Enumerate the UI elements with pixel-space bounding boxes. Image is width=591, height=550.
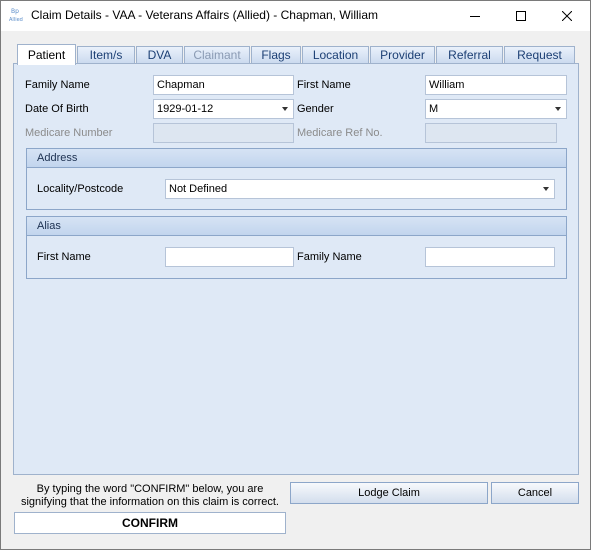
locality-label: Locality/Postcode bbox=[37, 183, 124, 195]
first-name-label: First Name bbox=[297, 79, 351, 91]
tab-flags[interactable]: Flags bbox=[251, 46, 301, 64]
cancel-button[interactable]: Cancel bbox=[491, 482, 579, 504]
dob-value: 1929-01-12 bbox=[157, 103, 214, 115]
minimize-icon bbox=[470, 16, 480, 17]
family-name-field[interactable]: Chapman bbox=[153, 75, 294, 95]
first-name-field[interactable]: William bbox=[425, 75, 567, 95]
tab-request[interactable]: Request bbox=[504, 46, 575, 64]
window-title: Claim Details - VAA - Veterans Affairs (… bbox=[31, 8, 378, 22]
tab-referral[interactable]: Referral bbox=[436, 46, 503, 64]
medicare-number-label: Medicare Number bbox=[25, 127, 113, 139]
confirm-input[interactable]: CONFIRM bbox=[14, 512, 286, 534]
alias-first-name-field[interactable] bbox=[165, 247, 294, 267]
alias-family-name-field[interactable] bbox=[425, 247, 555, 267]
title-bar[interactable]: Bp Allied Claim Details - VAA - Veterans… bbox=[1, 1, 590, 31]
maximize-icon bbox=[516, 11, 526, 21]
alias-heading: Alias bbox=[27, 217, 566, 236]
app-logo-text-top: Bp bbox=[11, 8, 19, 15]
tab-location[interactable]: Location bbox=[302, 46, 369, 64]
close-icon bbox=[562, 11, 572, 21]
tab-dva[interactable]: DVA bbox=[136, 46, 183, 64]
family-name-label: Family Name bbox=[25, 79, 90, 91]
maximize-button[interactable] bbox=[498, 1, 544, 31]
locality-dropdown[interactable]: Not Defined bbox=[165, 179, 555, 199]
confirm-instructions: By typing the word "CONFIRM" below, you … bbox=[20, 483, 279, 508]
close-button[interactable] bbox=[544, 1, 590, 31]
chevron-down-icon bbox=[543, 187, 549, 191]
chevron-down-icon bbox=[282, 107, 288, 111]
gender-value: M bbox=[429, 103, 439, 115]
dob-label: Date Of Birth bbox=[25, 103, 89, 115]
address-heading: Address bbox=[27, 149, 566, 168]
app-logo-text-bottom: Allied bbox=[9, 17, 23, 23]
tab-claimant: Claimant bbox=[184, 46, 250, 64]
claim-details-window: Bp Allied Claim Details - VAA - Veterans… bbox=[0, 0, 591, 550]
dob-dropdown[interactable]: 1929-01-12 bbox=[153, 99, 294, 119]
gender-label: Gender bbox=[297, 103, 334, 115]
medicare-ref-field bbox=[425, 123, 557, 143]
tab-items[interactable]: Item/s bbox=[77, 46, 135, 64]
tab-patient[interactable]: Patient bbox=[17, 44, 76, 65]
medicare-ref-label: Medicare Ref No. bbox=[297, 127, 383, 139]
alias-family-name-label: Family Name bbox=[297, 251, 362, 263]
minimize-button[interactable] bbox=[452, 1, 498, 31]
locality-value: Not Defined bbox=[169, 183, 228, 195]
chevron-down-icon bbox=[555, 107, 561, 111]
gender-dropdown[interactable]: M bbox=[425, 99, 567, 119]
alias-first-name-label: First Name bbox=[37, 251, 91, 263]
tab-provider[interactable]: Provider bbox=[370, 46, 435, 64]
lodge-claim-button[interactable]: Lodge Claim bbox=[290, 482, 488, 504]
medicare-number-field bbox=[153, 123, 294, 143]
app-logo-icon: Bp Allied bbox=[9, 8, 25, 24]
